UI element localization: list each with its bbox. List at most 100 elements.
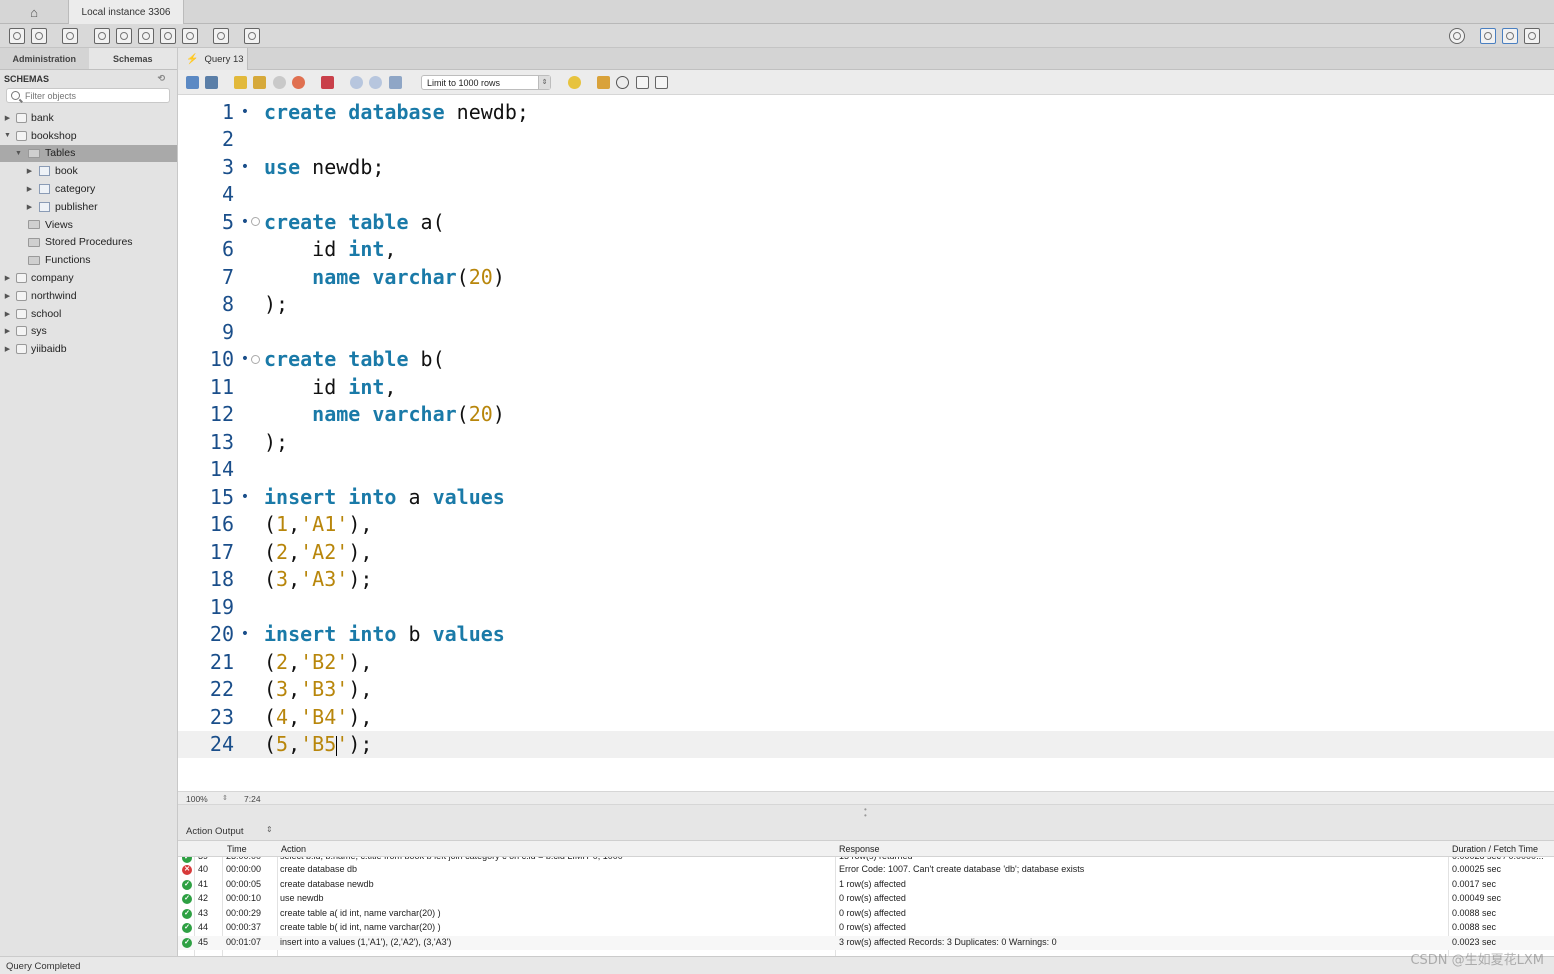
tab-administration[interactable]: Administration xyxy=(0,48,89,69)
editor-line[interactable]: 6 id int, xyxy=(178,236,1554,264)
rollback-icon[interactable] xyxy=(369,76,382,89)
chevron-down-icon[interactable]: ▼ xyxy=(3,132,12,139)
stop-icon[interactable] xyxy=(292,76,305,89)
editor-line[interactable]: 12 name varchar(20) xyxy=(178,401,1554,429)
settings-gear-icon[interactable] xyxy=(1449,28,1465,44)
column-header-time[interactable]: Time xyxy=(227,844,247,854)
tree-item-book[interactable]: ▶ book xyxy=(0,162,177,180)
add-snippet-icon[interactable] xyxy=(568,76,581,89)
create-table-icon[interactable] xyxy=(116,28,132,44)
tree-item-functions[interactable]: Functions xyxy=(0,251,177,269)
open-file-icon[interactable] xyxy=(186,76,199,89)
chevron-right-icon[interactable]: ▶ xyxy=(25,203,34,211)
tab-query[interactable]: ⚡ Query 13 xyxy=(178,48,248,70)
output-row[interactable]: ✓ 43 00:00:29 create table a( id int, name … xyxy=(178,907,1554,922)
inspector-icon[interactable] xyxy=(62,28,78,44)
create-function-icon[interactable] xyxy=(182,28,198,44)
tree-item-stored-procedures[interactable]: Stored Procedures xyxy=(0,234,177,252)
editor-line[interactable]: 7 name varchar(20) xyxy=(178,263,1554,291)
output-row[interactable]: ✓ 42 00:00:10 use newdb 0 row(s) affected 0.0… xyxy=(178,892,1554,907)
tree-item-yiibaidb[interactable]: ▶ yiibaidb xyxy=(0,340,177,358)
tree-item-publisher[interactable]: ▶ publisher xyxy=(0,198,177,216)
editor-line[interactable]: 18 (3,'A3'); xyxy=(178,566,1554,594)
editor-line[interactable]: 5 • create table a( xyxy=(178,208,1554,236)
beautify-icon[interactable] xyxy=(597,76,610,89)
editor-line[interactable]: 14 xyxy=(178,456,1554,484)
editor-line[interactable]: 15 • insert into a values xyxy=(178,483,1554,511)
output-row[interactable]: ✓ 41 00:00:05 create database newdb 1 row(s)… xyxy=(178,878,1554,893)
execute-icon[interactable] xyxy=(234,76,247,89)
create-view-icon[interactable] xyxy=(138,28,154,44)
tree-item-category[interactable]: ▶ category xyxy=(0,180,177,198)
save-icon[interactable] xyxy=(205,76,218,89)
editor-line[interactable]: 2 xyxy=(178,126,1554,154)
home-tab[interactable]: ⌂ xyxy=(0,0,68,24)
invisible-chars-icon[interactable] xyxy=(636,76,649,89)
fold-toggle-icon[interactable] xyxy=(251,217,260,226)
connection-tab[interactable]: Local instance 3306 xyxy=(68,0,184,24)
editor-line[interactable]: 21 (2,'B2'), xyxy=(178,648,1554,676)
new-sql-tab-icon[interactable] xyxy=(9,28,25,44)
column-header-response[interactable]: Response xyxy=(839,844,880,854)
output-row[interactable]: ✓ 44 00:00:37 create table b( id int, name … xyxy=(178,921,1554,936)
editor-line[interactable]: 13); xyxy=(178,428,1554,456)
tree-item-tables[interactable]: ▼ Tables xyxy=(0,144,177,163)
editor-line[interactable]: 9 xyxy=(178,318,1554,346)
autocommit-icon[interactable] xyxy=(389,76,402,89)
tree-item-views[interactable]: Views xyxy=(0,216,177,234)
column-header-action[interactable]: Action xyxy=(281,844,306,854)
chevron-right-icon[interactable]: ▶ xyxy=(3,274,12,282)
tree-item-sys[interactable]: ▶ sys xyxy=(0,323,177,341)
editor-line[interactable]: 3 • use newdb; xyxy=(178,153,1554,181)
chevron-right-icon[interactable]: ▶ xyxy=(25,167,34,175)
chevron-down-icon[interactable]: ▼ xyxy=(14,150,23,157)
create-procedure-icon[interactable] xyxy=(160,28,176,44)
limit-rows-select[interactable]: Limit to 1000 rows ⇕ xyxy=(421,75,551,90)
sql-editor[interactable]: 1 • create database newdb; 2 3 • use newdb; 4 5 •… xyxy=(178,96,1554,791)
zoom-stepper-icon[interactable]: ⇕ xyxy=(222,794,228,802)
editor-line[interactable]: 16 (1,'A1'), xyxy=(178,511,1554,539)
toggle-sidebar-icon[interactable] xyxy=(1480,28,1496,44)
chevron-right-icon[interactable]: ▶ xyxy=(25,185,34,193)
find-icon[interactable] xyxy=(616,76,629,89)
output-selector[interactable]: Action Output xyxy=(186,826,244,837)
editor-line[interactable]: 8); xyxy=(178,291,1554,319)
wrap-lines-icon[interactable] xyxy=(655,76,668,89)
output-row[interactable]: ✓ 45 00:01:07 insert into a values (1,'A1')… xyxy=(178,935,1554,950)
editor-line[interactable]: 4 xyxy=(178,181,1554,209)
panel-splitter[interactable]: • • xyxy=(178,805,1554,821)
editor-line[interactable]: 10 • create table b( xyxy=(178,346,1554,374)
column-header-duration[interactable]: Duration / Fetch Time xyxy=(1452,844,1538,854)
commit-icon[interactable] xyxy=(350,76,363,89)
fold-toggle-icon[interactable] xyxy=(251,354,260,364)
create-schema-icon[interactable] xyxy=(94,28,110,44)
tree-item-northwind[interactable]: ▶ northwind xyxy=(0,287,177,305)
chevron-right-icon[interactable]: ▶ xyxy=(3,345,12,353)
toggle-output-icon[interactable] xyxy=(1502,28,1518,44)
drag-handle-icon[interactable]: • • xyxy=(864,806,867,820)
tree-item-bank[interactable]: ▶ bank xyxy=(0,109,177,127)
execute-current-icon[interactable] xyxy=(253,76,266,89)
chevron-right-icon[interactable]: ▶ xyxy=(3,114,12,122)
tab-schemas[interactable]: Schemas xyxy=(88,48,177,69)
open-sql-script-icon[interactable] xyxy=(31,28,47,44)
chevron-updown-icon[interactable]: ⇕ xyxy=(266,825,273,834)
editor-line[interactable]: 11 id int, xyxy=(178,373,1554,401)
toggle-secondary-sidebar-icon[interactable] xyxy=(1524,28,1540,44)
editor-line[interactable]: 20 • insert into b values xyxy=(178,621,1554,649)
editor-line[interactable]: 1 • create database newdb; xyxy=(178,98,1554,126)
editor-line[interactable]: 17 (2,'A2'), xyxy=(178,538,1554,566)
search-table-data-icon[interactable] xyxy=(213,28,229,44)
editor-line[interactable]: 19 xyxy=(178,593,1554,621)
refresh-icon[interactable]: ⟲ xyxy=(157,73,165,84)
chevron-right-icon[interactable]: ▶ xyxy=(3,310,12,318)
chevron-right-icon[interactable]: ▶ xyxy=(3,327,12,335)
reconnect-icon[interactable] xyxy=(244,28,260,44)
editor-line[interactable]: 24 (5,'B5'); xyxy=(178,730,1554,758)
chevron-right-icon[interactable]: ▶ xyxy=(3,292,12,300)
zoom-level[interactable]: 100% xyxy=(186,794,208,804)
tree-item-bookshop[interactable]: ▼ bookshop xyxy=(0,127,177,145)
editor-line[interactable]: 22 (3,'B3'), xyxy=(178,676,1554,704)
tree-item-company[interactable]: ▶ company xyxy=(0,269,177,287)
editor-line[interactable]: 23 (4,'B4'), xyxy=(178,703,1554,731)
